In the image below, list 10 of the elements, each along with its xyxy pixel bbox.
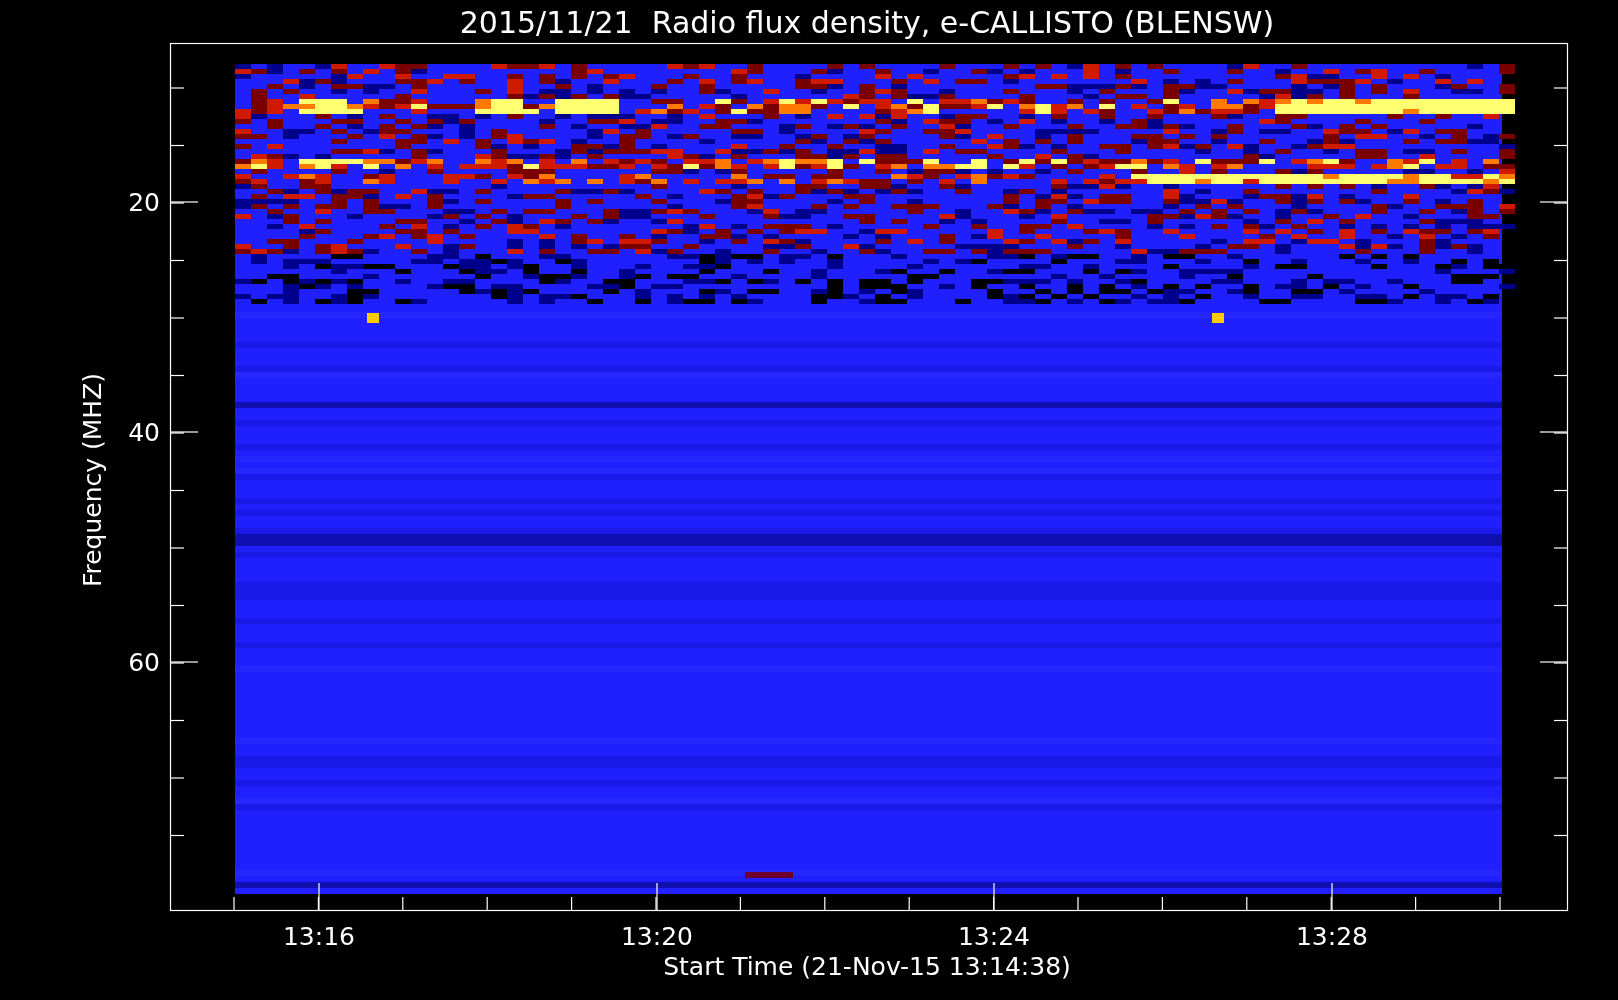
x-tick-label: 13:24 [958,922,1030,951]
chart-title: 2015/11/21 Radio flux density, e-CALLISTO (BLENSW) [459,5,1275,40]
x-tick-label: 13:16 [283,922,355,951]
y-axis-label: Frequency (MHZ) [78,372,107,588]
y-tick-label: 20 [128,188,160,217]
x-tick-label: 13:20 [621,922,693,951]
y-tick-label: 60 [128,648,160,677]
x-tick-label: 13:28 [1296,922,1368,951]
y-tick-label: 40 [128,418,160,447]
x-axis-label: Start Time (21-Nov-15 13:14:38) [663,952,1071,981]
